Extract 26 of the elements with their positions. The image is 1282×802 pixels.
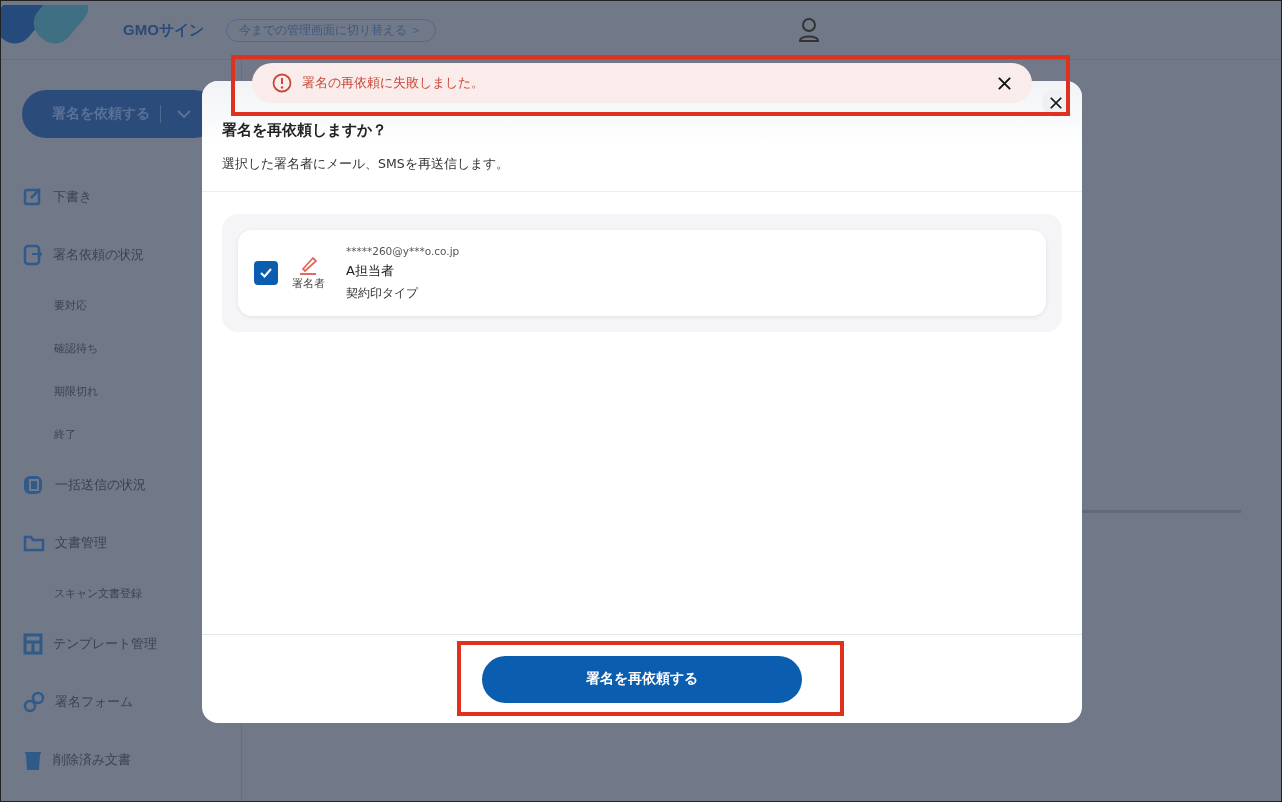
folder-icon bbox=[23, 534, 45, 552]
pen-icon bbox=[297, 255, 319, 275]
signer-name: A担当者 bbox=[346, 261, 395, 280]
link-icon bbox=[23, 691, 45, 713]
edit-icon bbox=[23, 187, 43, 207]
seal-type: 契約印タイプ bbox=[346, 284, 420, 302]
close-icon bbox=[997, 75, 1012, 91]
logo-text: GMOサイン bbox=[123, 20, 204, 40]
close-button[interactable] bbox=[997, 75, 1012, 91]
signer-email: *****260@y***o.co.jp bbox=[346, 244, 460, 257]
document-icon bbox=[23, 244, 43, 266]
error-message: 署名の再依頼に失敗しました。 bbox=[302, 74, 485, 92]
checkmark-icon bbox=[260, 268, 272, 278]
dialog-description: 選択した署名者にメール、SMSを再送信します。 bbox=[222, 156, 510, 173]
signer-card[interactable]: 署名者 *****260@y***o.co.jp A担当者 契約印タイプ bbox=[238, 230, 1046, 316]
role-label: 署名者 bbox=[291, 277, 325, 291]
trash-icon bbox=[23, 749, 43, 771]
document-icon bbox=[23, 474, 45, 496]
error-icon bbox=[272, 73, 292, 93]
chevron-down-icon bbox=[177, 110, 191, 118]
resend-request-button[interactable]: 署名を再依頼する bbox=[482, 655, 802, 703]
close-icon bbox=[1049, 96, 1063, 110]
user-icon[interactable] bbox=[797, 17, 820, 43]
template-icon bbox=[23, 633, 43, 655]
checkbox[interactable] bbox=[254, 261, 278, 285]
dialog-title: 署名を再依頼しますか？ bbox=[222, 121, 388, 140]
